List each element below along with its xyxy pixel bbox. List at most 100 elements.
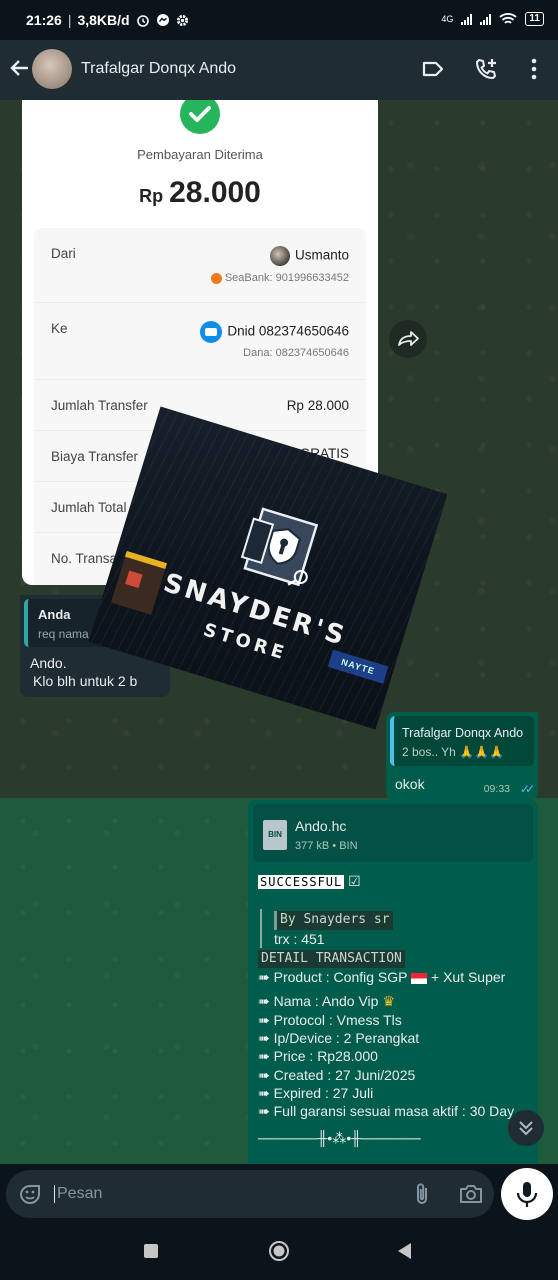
file-message[interactable]: BIN Ando.hc 377 kB • BIN SUCCESSFUL ☑ By… bbox=[248, 800, 538, 1164]
file-icon: BIN bbox=[263, 820, 287, 850]
caption-garansi: ➠ Full garansi sesuai masa aktif : 30 Da… bbox=[258, 1102, 514, 1120]
add-call-icon[interactable] bbox=[473, 56, 499, 82]
status-speed: 3,8KB/d bbox=[77, 12, 130, 28]
file-caption: SUCCESSFUL ☑ By Snayders sr trx : 451 DE… bbox=[258, 872, 514, 1147]
caption-divider: ──────╫•⁂•╫────── bbox=[258, 1129, 421, 1146]
created-text: Created : 27 Juni/2025 bbox=[273, 1066, 416, 1083]
payment-status: Pembayaran Diterima bbox=[137, 147, 263, 162]
status-bar: 21:26 | 3,8KB/d 4G 11 bbox=[0, 0, 558, 40]
outgoing-message[interactable]: Trafalgar Donqx Ando 2 bos.. Yh 🙏🙏🙏 okok… bbox=[386, 712, 538, 800]
caption-name: ➠ Nama : Ando Vip ♛ bbox=[258, 992, 514, 1010]
forward-button[interactable] bbox=[389, 320, 427, 358]
protocol-text: Protocol : Vmess Tls bbox=[273, 1011, 402, 1028]
back-nav-icon[interactable] bbox=[396, 1242, 414, 1260]
transfer-label: Jumlah Transfer bbox=[51, 398, 148, 413]
alarm-icon bbox=[136, 15, 149, 27]
to-name: Dnid 082374650646 bbox=[227, 323, 349, 339]
message-time: 09:33 bbox=[483, 783, 510, 795]
caption-quote: By Snayders sr trx : 451 bbox=[260, 909, 514, 948]
from-label: Dari bbox=[51, 246, 76, 261]
singapore-flag-icon bbox=[411, 972, 428, 984]
wifi-icon bbox=[499, 13, 518, 24]
quoted-text-out: 2 bos.. Yh 🙏🙏🙏 bbox=[402, 745, 504, 759]
home-icon[interactable] bbox=[268, 1240, 290, 1262]
voice-record-button[interactable] bbox=[501, 1168, 553, 1220]
camera-icon[interactable] bbox=[458, 1182, 484, 1206]
transfer-value: Rp 28.000 bbox=[286, 398, 349, 413]
system-nav-bar bbox=[0, 1224, 558, 1280]
file-meta: 377 kB • BIN bbox=[295, 840, 358, 852]
arrow-icon: ➠ bbox=[258, 1084, 270, 1101]
file-type: BIN bbox=[339, 840, 358, 852]
caption-product: ➠ Product : Config SGP + Xut Super bbox=[258, 968, 514, 986]
input-bar: Pesan bbox=[0, 1164, 558, 1224]
arrow-icon: ➠ bbox=[258, 1048, 270, 1065]
to-value: Dnid 082374650646 bbox=[200, 321, 349, 343]
price-text: Price : Rp28.000 bbox=[273, 1048, 378, 1065]
contact-name[interactable]: Trafalgar Donqx Ando bbox=[81, 60, 236, 78]
payment-amount: Rp 28.000 bbox=[22, 176, 378, 210]
caption-expired: ➠ Expired : 27 Juli bbox=[258, 1084, 514, 1102]
read-ticks-icon: ✓✓ bbox=[519, 782, 535, 796]
from-value: Usmanto bbox=[269, 246, 349, 266]
status-left: 21:26 | 3,8KB/d bbox=[26, 12, 189, 28]
caption-protocol: ➠ Protocol : Vmess Tls bbox=[258, 1011, 514, 1029]
name-text: Nama : Ando Vip bbox=[273, 993, 379, 1010]
caption-device: ➠ Ip/Device : 2 Perangkat bbox=[258, 1029, 514, 1047]
from-account-text: SeaBank: 901996633452 bbox=[224, 272, 349, 284]
avatar[interactable] bbox=[32, 49, 72, 89]
file-name: Ando.hc bbox=[295, 818, 347, 834]
fee-label: Biaya Transfer bbox=[51, 449, 139, 464]
check-circle-icon bbox=[180, 100, 220, 134]
signal-icon bbox=[461, 13, 473, 25]
arrow-icon: ➠ bbox=[258, 1011, 270, 1028]
scroll-to-bottom-button[interactable] bbox=[508, 1110, 544, 1146]
chat-header: Trafalgar Donqx Ando bbox=[0, 40, 558, 100]
recents-icon[interactable] bbox=[142, 1242, 160, 1260]
quoted-message-out[interactable]: Trafalgar Donqx Ando 2 bos.. Yh 🙏🙏🙏 bbox=[390, 716, 534, 766]
forward-icon bbox=[398, 331, 419, 346]
arrow-icon: ➠ bbox=[258, 993, 270, 1010]
from-account: SeaBank: 901996633452 bbox=[210, 272, 349, 284]
label-icon[interactable] bbox=[420, 56, 446, 82]
battery-icon: 11 bbox=[525, 12, 544, 26]
seabank-icon bbox=[210, 272, 222, 284]
status-right: 4G 11 bbox=[441, 12, 544, 26]
attach-icon[interactable] bbox=[410, 1182, 434, 1206]
garansi-text: Full garansi sesuai masa aktif : 30 Day bbox=[273, 1103, 515, 1120]
quoted-sender: Anda bbox=[38, 607, 71, 622]
arrow-icon: ➠ bbox=[258, 1066, 270, 1083]
caption-success: SUCCESSFUL ☑ bbox=[258, 872, 514, 891]
crown-icon: ♛ bbox=[382, 993, 395, 1010]
status-time: 21:26 bbox=[26, 12, 62, 28]
arrow-icon: ➠ bbox=[258, 969, 270, 986]
success-text: SUCCESSFUL bbox=[258, 875, 345, 889]
network-label: 4G bbox=[441, 14, 454, 24]
from-name: Usmanto bbox=[294, 247, 349, 263]
total-label: Jumlah Total bbox=[51, 500, 127, 515]
sender-avatar bbox=[269, 246, 290, 266]
product-suffix: + Xut Super bbox=[431, 969, 506, 986]
settings-icon bbox=[176, 14, 188, 26]
arrow-icon: ➠ bbox=[258, 1030, 270, 1047]
detail-header: DETAIL TRANSACTION bbox=[258, 949, 405, 969]
quoted-sender-out: Trafalgar Donqx Ando bbox=[402, 726, 524, 740]
device-text: Ip/Device : 2 Perangkat bbox=[273, 1030, 420, 1047]
product-text: Product : Config SGP bbox=[273, 969, 408, 986]
expired-text: Expired : 27 Juli bbox=[273, 1084, 374, 1101]
message-placeholder: Pesan bbox=[54, 1185, 102, 1203]
emoji-sticker-icon[interactable] bbox=[18, 1182, 42, 1206]
chat-area[interactable]: Pembayaran Diterima Rp 28.000 Dari Usmant… bbox=[0, 100, 558, 1164]
back-arrow-icon[interactable] bbox=[6, 54, 34, 82]
message-line-2: Klo blh untuk 2 b bbox=[33, 673, 138, 689]
caption-created: ➠ Created : 27 Juni/2025 bbox=[258, 1066, 514, 1084]
double-chevron-down-icon bbox=[519, 1121, 533, 1136]
amount: 28.000 bbox=[169, 176, 261, 209]
message-input[interactable]: Pesan bbox=[6, 1170, 494, 1218]
file-attachment[interactable]: BIN Ando.hc 377 kB • BIN bbox=[253, 804, 533, 862]
caption-price: ➠ Price : Rp28.000 bbox=[258, 1047, 514, 1065]
file-size: 377 kB bbox=[295, 840, 330, 852]
by-text: By Snayders sr bbox=[274, 911, 393, 930]
more-vert-icon[interactable] bbox=[521, 56, 547, 82]
currency: Rp bbox=[139, 186, 164, 206]
